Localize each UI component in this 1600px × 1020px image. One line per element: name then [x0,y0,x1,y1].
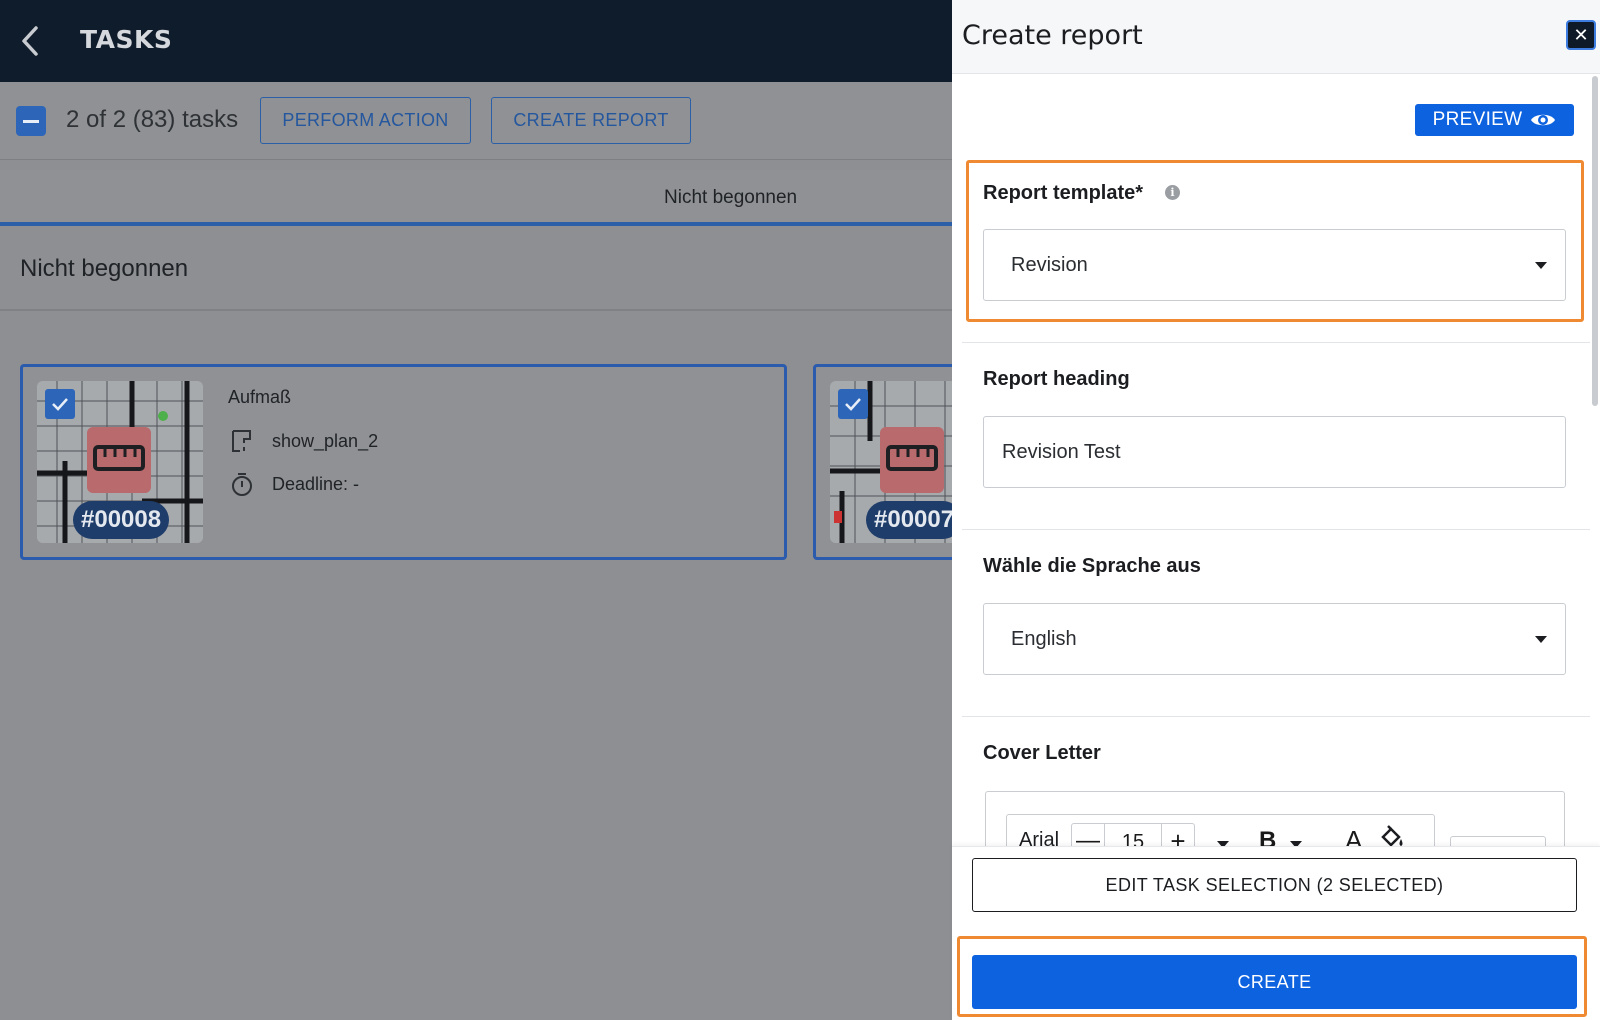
create-button[interactable]: CREATE [972,955,1577,1009]
ruler-icon [880,427,944,493]
heading-label: Report heading [983,368,1130,390]
floorplan-icon [232,430,251,452]
page-title: TASKS [80,25,173,54]
task-card[interactable]: #00007 [813,364,996,560]
preview-label: PREVIEW [1432,109,1523,130]
chevron-down-icon [1535,636,1547,643]
scrollbar[interactable] [1592,76,1598,406]
task-checkbox[interactable] [45,389,75,419]
check-icon [845,398,861,411]
plan-thumbnail: #00008 [37,381,203,543]
panel-title: Create report [962,20,1143,51]
task-deadline: Deadline: - [272,473,360,494]
timer-icon [232,473,252,496]
template-label: Report template* [983,182,1144,204]
preview-button[interactable]: PREVIEW [1415,104,1574,136]
report-heading-input[interactable]: Revision Test [983,416,1566,488]
template-value: Revision [1011,253,1088,276]
section-title: Nicht begonnen [20,255,189,282]
status-tab-bar [0,170,952,226]
language-select[interactable]: English [983,603,1566,675]
eye-icon [1531,114,1556,126]
divider [962,716,1590,717]
edit-task-selection-button[interactable]: EDIT TASK SELECTION (2 SELECTED) [972,858,1577,912]
task-checkbox[interactable] [838,389,868,419]
language-label: Wähle die Sprache aus [983,555,1201,577]
task-card[interactable]: #00008 Aufmaß show_plan_2 Deadline: - [20,364,787,560]
create-report-panel: Create report ✕ PREVIEW Report template*… [952,0,1600,1020]
language-value: English [1011,627,1077,650]
divider [962,529,1590,530]
create-report-button[interactable]: CREATE REPORT [491,97,691,144]
deselect-all-checkbox[interactable] [16,106,46,136]
task-plan: show_plan_2 [272,430,379,451]
ruler-icon [87,427,151,493]
info-icon[interactable]: i [1165,185,1180,200]
perform-action-button[interactable]: PERFORM ACTION [260,97,471,144]
task-name: Aufmaß [228,387,292,407]
tab-nicht-begonnen[interactable]: Nicht begonnen [664,187,797,209]
check-icon [52,398,68,411]
divider [0,309,952,311]
task-deadline-row: Deadline: - [228,470,359,498]
task-plan-row: show_plan_2 [228,427,378,455]
task-id-badge: #00007 [866,501,963,539]
cover-letter-editor[interactable]: Arial — 15 + B A [985,791,1565,851]
top-bar: TASKS [0,0,952,82]
close-icon[interactable]: ✕ [1566,20,1596,50]
divider [962,342,1590,343]
template-select[interactable]: Revision [983,229,1566,301]
back-arrow-icon[interactable] [18,24,42,58]
heading-value: Revision Test [1002,440,1121,463]
selection-count: 2 of 2 (83) tasks [66,106,239,133]
panel-header: Create report ✕ [952,0,1600,74]
task-id-badge: #00008 [73,501,170,539]
chevron-down-icon [1535,262,1547,269]
cover-letter-label: Cover Letter [983,742,1101,764]
